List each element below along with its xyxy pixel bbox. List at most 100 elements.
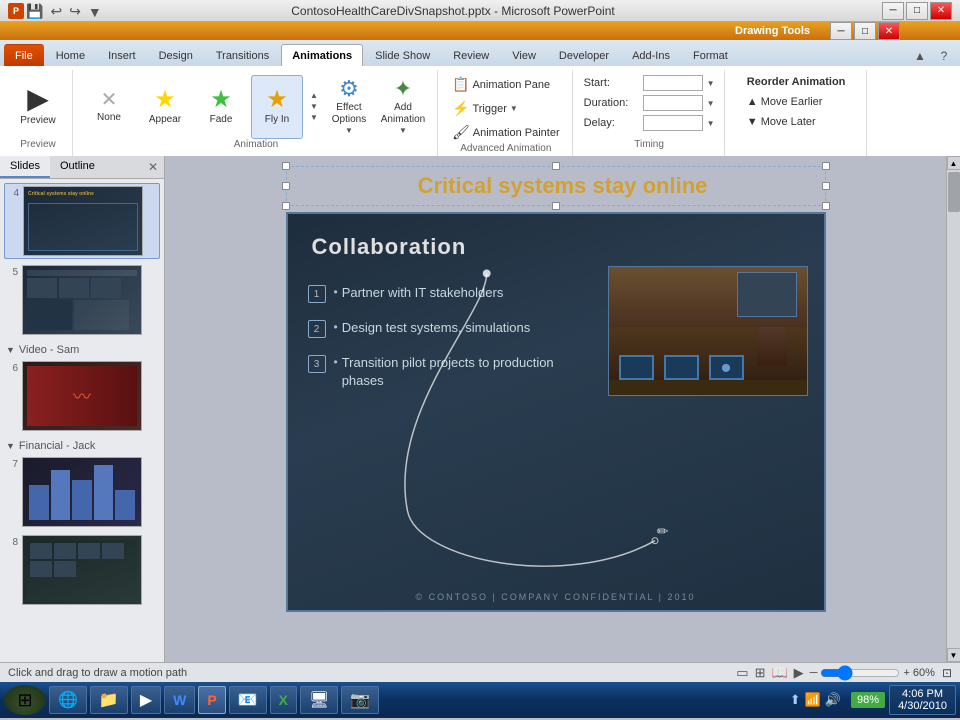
animation-scroll-up[interactable]: ▲ [307, 91, 321, 100]
slide-sorter-button[interactable]: ⊞ [755, 665, 766, 681]
add-animation-button[interactable]: ✦ Add Animation ▼ [377, 75, 429, 139]
system-clock[interactable]: 4:06 PM 4/30/2010 [889, 685, 956, 715]
scroll-thumb[interactable] [948, 172, 960, 212]
timing-start-label: Start: [584, 77, 639, 89]
slides-panel-close[interactable]: ✕ [142, 156, 164, 178]
zoom-level: 60% [913, 667, 935, 679]
ribbon-group-advanced-animation: 📋 Animation Pane ⚡ Trigger ▼ 🖌 Animation… [440, 70, 573, 156]
move-earlier-button[interactable]: ▲ Move Earlier [743, 94, 827, 110]
timing-duration-input[interactable] [643, 95, 703, 111]
close-button[interactable]: ✕ [930, 2, 952, 20]
scroll-down-arrow[interactable]: ▼ [947, 648, 960, 662]
slide-number-4: 4 [7, 188, 19, 199]
taskbar-media[interactable]: ▶ [131, 686, 161, 714]
slide-canvas[interactable]: Collaboration 1 • Partner with IT stakeh… [286, 212, 826, 612]
tray-icon-3[interactable]: 🔊 [825, 692, 841, 708]
tab-view[interactable]: View [501, 44, 547, 66]
handle-bc [552, 202, 560, 210]
start-button[interactable]: ⊞ [4, 685, 46, 715]
tab-format[interactable]: Format [682, 44, 739, 66]
scroll-up-arrow[interactable]: ▲ [947, 156, 960, 170]
timing-delay-row: Delay: ▼ [584, 114, 715, 132]
minimize-button[interactable]: ─ [882, 2, 904, 20]
animation-scroll-down[interactable]: ▼ [307, 102, 321, 111]
maximize-button[interactable]: □ [906, 2, 928, 20]
section-arrow-financial-jack: ▼ [6, 441, 15, 451]
animation-scroll-more[interactable]: ▼ [307, 113, 321, 122]
timing-start-arrow: ▼ [707, 79, 715, 88]
slide-photo: ⬤ [608, 266, 808, 396]
effect-options-button[interactable]: ⚙ Effect Options ▼ [325, 75, 373, 139]
taskbar-camera[interactable]: 📷 [341, 686, 379, 714]
slide-title: Critical systems stay online [293, 173, 833, 199]
undo-button[interactable]: ↩ [48, 2, 64, 21]
ribbon-help-button[interactable]: ? [934, 46, 954, 66]
tab-developer[interactable]: Developer [548, 44, 620, 66]
save-button[interactable]: 💾 [24, 2, 45, 21]
tab-transitions[interactable]: Transitions [205, 44, 280, 66]
drawing-tools-maximize[interactable]: □ [854, 22, 876, 40]
animation-fade-button[interactable]: ★ Fade [195, 75, 247, 139]
preview-button[interactable]: ▶ Preview [12, 74, 64, 138]
tab-review[interactable]: Review [442, 44, 500, 66]
slide-thumb-5[interactable]: 5 [4, 263, 160, 337]
tab-slides[interactable]: Slides [0, 156, 50, 178]
normal-view-button[interactable]: ▭ [736, 665, 748, 681]
slide-thumb-4[interactable]: 4 Critical systems stay online [4, 183, 160, 259]
tab-slideshow[interactable]: Slide Show [364, 44, 441, 66]
slide-thumb-6[interactable]: 6 〰 [4, 359, 160, 433]
fade-label: Fade [210, 114, 233, 126]
tab-animations[interactable]: Animations [281, 44, 363, 66]
tray-icon-1[interactable]: ⬆ [790, 692, 801, 708]
drawing-tools-close[interactable]: ✕ [878, 22, 900, 40]
tray-icon-2[interactable]: 📶 [805, 692, 821, 708]
zoom-in-button[interactable]: + [903, 667, 909, 679]
add-animation-icon: ✦ [394, 78, 412, 100]
tab-file[interactable]: File [4, 44, 44, 66]
slideshow-view-button[interactable]: ▶ [794, 665, 804, 681]
move-later-button[interactable]: ▼ Move Later [743, 114, 820, 130]
trigger-arrow: ▼ [510, 104, 518, 113]
drawing-tools-minimize[interactable]: ─ [830, 22, 852, 40]
reading-view-button[interactable]: 📖 [771, 665, 787, 681]
preview-icon: ▶ [27, 85, 49, 113]
taskbar-word[interactable]: W [164, 686, 195, 714]
taskbar-explorer[interactable]: 📁 [90, 686, 128, 714]
taskbar-desktop[interactable]: 🖥 [300, 686, 338, 714]
ribbon-tabs: File Home Insert Design Transitions Anim… [0, 40, 960, 66]
section-label-video-sam[interactable]: ▼ Video - Sam [4, 341, 160, 359]
section-label-financial-jack[interactable]: ▼ Financial - Jack [4, 437, 160, 455]
animation-none-button[interactable]: ✕ None [83, 75, 135, 139]
tab-design[interactable]: Design [148, 44, 204, 66]
tab-insert[interactable]: Insert [97, 44, 147, 66]
slide-thumb-8[interactable]: 8 [4, 533, 160, 607]
tab-addins[interactable]: Add-Ins [621, 44, 681, 66]
qat-more-button[interactable]: ▼ [86, 3, 104, 21]
slide-number-5: 5 [6, 267, 18, 278]
trigger-button[interactable]: ⚡ Trigger ▼ [448, 98, 522, 119]
redo-button[interactable]: ↪ [67, 2, 83, 21]
tab-outline[interactable]: Outline [50, 156, 105, 178]
slide-title-container[interactable]: Critical systems stay online [286, 166, 826, 206]
outlook-icon: 📧 [238, 690, 258, 710]
zoom-slider[interactable] [820, 665, 900, 681]
zoom-fit-button[interactable]: ⊡ [942, 666, 952, 680]
taskbar-ie[interactable]: 🌐 [49, 686, 87, 714]
app-icon: P [8, 3, 24, 19]
timing-delay-input[interactable] [643, 115, 703, 131]
ribbon-collapse-button[interactable]: ▲ [910, 46, 930, 66]
animation-painter-button[interactable]: 🖌 Animation Painter [448, 122, 564, 143]
taskbar-excel[interactable]: X [270, 686, 297, 714]
handle-tc [552, 162, 560, 170]
slide-thumb-7[interactable]: 7 [4, 455, 160, 529]
zoom-out-button[interactable]: ─ [810, 667, 818, 679]
fade-icon: ★ [210, 88, 232, 112]
taskbar-powerpoint[interactable]: P [198, 686, 225, 714]
tab-home[interactable]: Home [45, 44, 96, 66]
taskbar-outlook[interactable]: 📧 [229, 686, 267, 714]
animation-flyin-button[interactable]: ★ Fly In [251, 75, 303, 139]
timing-start-input[interactable] [643, 75, 703, 91]
animation-pane-button[interactable]: 📋 Animation Pane [448, 74, 554, 95]
animation-appear-button[interactable]: ★ Appear [139, 75, 191, 139]
timing-delay-label: Delay: [584, 117, 639, 129]
